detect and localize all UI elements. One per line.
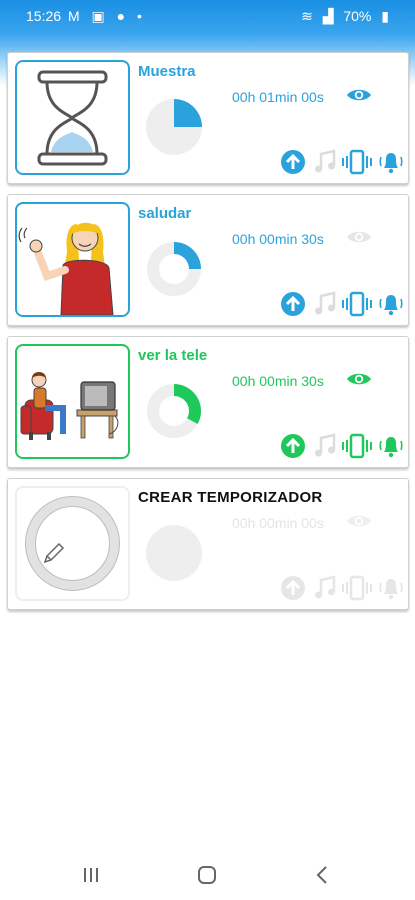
recent-apps-icon[interactable] <box>80 864 102 891</box>
timer-actions <box>280 149 404 175</box>
timer-card-muestra[interactable]: Muestra 00h 01min 00s <box>7 52 409 184</box>
watching-tv-image <box>15 344 130 459</box>
music-icon[interactable] <box>312 291 338 322</box>
eye-icon[interactable] <box>346 513 372 534</box>
bell-icon[interactable] <box>378 291 404 322</box>
vibrate-icon[interactable] <box>342 575 372 606</box>
timer-actions <box>280 291 404 317</box>
ring-progress-arc <box>173 384 201 425</box>
timer-duration: 00h 01min 00s <box>232 89 324 105</box>
timer-title: ver la tele <box>138 347 208 364</box>
bell-icon[interactable] <box>378 433 404 464</box>
signal-icon: ▟ <box>322 8 334 24</box>
timer-title: saludar <box>138 205 192 222</box>
hourglass-image <box>15 60 130 175</box>
eye-icon[interactable] <box>346 87 372 108</box>
upload-icon[interactable] <box>280 291 306 322</box>
eye-icon[interactable] <box>346 371 372 392</box>
upload-icon[interactable] <box>280 575 306 606</box>
music-icon[interactable] <box>312 575 338 606</box>
pencil-icon <box>43 542 65 564</box>
music-icon[interactable] <box>312 149 338 180</box>
vibrate-icon[interactable] <box>342 433 372 464</box>
empty-pie <box>146 525 202 581</box>
battery-level: 70% <box>343 8 372 24</box>
music-icon[interactable] <box>312 433 338 464</box>
timer-duration: 00h 00min 30s <box>232 231 324 247</box>
timer-duration: 00h 00min 30s <box>232 373 324 389</box>
timer-actions <box>280 575 404 601</box>
vibrate-icon[interactable] <box>342 291 372 322</box>
wifi-icon: ≋ <box>301 8 313 24</box>
timer-progress-ring <box>147 242 201 296</box>
create-timer-duration: 00h 00min 00s <box>232 515 324 531</box>
edit-dial-image[interactable] <box>15 486 130 601</box>
pie-progress-slice <box>174 99 202 127</box>
vibrate-icon[interactable] <box>342 149 372 180</box>
create-timer-title: CREAR TEMPORIZADOR <box>138 489 323 506</box>
home-icon[interactable] <box>196 864 218 891</box>
battery-icon: ▮ <box>381 8 389 24</box>
timer-progress-ring <box>147 384 201 438</box>
eye-icon[interactable] <box>346 229 372 250</box>
timer-card-saludar[interactable]: saludar 00h 00min 30s <box>7 194 409 326</box>
upload-icon[interactable] <box>280 149 306 180</box>
notification-icons: M ▣ ● • <box>68 8 146 24</box>
timer-title: Muestra <box>138 63 196 80</box>
waving-girl-image <box>15 202 130 317</box>
bell-icon[interactable] <box>378 575 404 606</box>
ring-progress-arc <box>173 242 201 270</box>
status-time: 15:26 <box>26 8 62 24</box>
upload-icon[interactable] <box>280 433 306 464</box>
timer-progress-pie <box>146 99 202 155</box>
timer-card-ver-la-tele[interactable]: ver la tele 00h 00min 30s <box>7 336 409 468</box>
timer-actions <box>280 433 404 459</box>
create-timer-card[interactable]: CREAR TEMPORIZADOR 00h 00min 00s <box>7 478 409 610</box>
navigation-bar <box>0 850 415 900</box>
back-icon[interactable] <box>312 864 334 891</box>
bell-icon[interactable] <box>378 149 404 180</box>
